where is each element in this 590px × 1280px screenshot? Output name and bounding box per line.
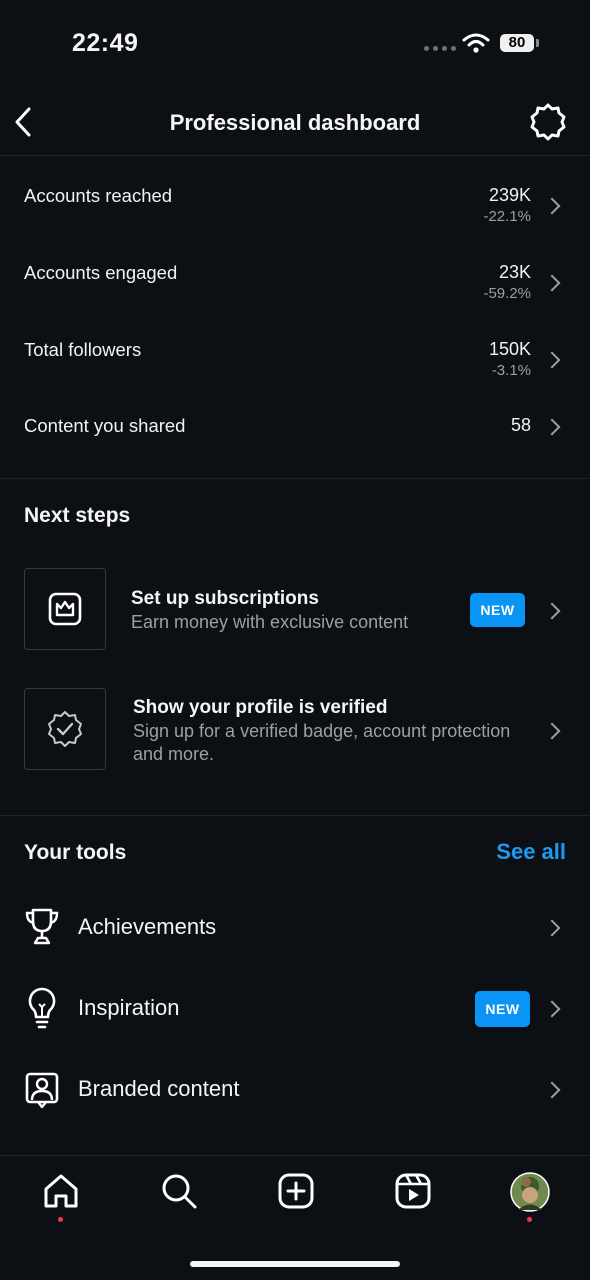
metric-value: 150K <box>488 339 531 359</box>
tool-row-branded-content[interactable]: Branded content <box>0 1059 590 1121</box>
metric-row-accounts-engaged[interactable]: Accounts engaged 23K -59.2% <box>0 247 590 317</box>
chevron-right-icon <box>543 197 561 215</box>
status-time: 22:49 <box>72 29 139 57</box>
trophy-icon <box>25 908 59 945</box>
cellular-signal-icon <box>424 46 456 51</box>
verified-icon-box <box>24 688 106 770</box>
subscriptions-icon-box <box>24 568 106 650</box>
step-subtitle: Earn money with exclusive content <box>131 612 409 632</box>
metric-label: Content you shared <box>24 415 186 436</box>
chevron-right-icon <box>543 1000 561 1018</box>
branded-content-icon <box>25 1072 59 1109</box>
bottom-nav <box>0 1156 590 1246</box>
nav-profile[interactable] <box>508 1170 552 1226</box>
settings-gear-icon[interactable] <box>528 102 568 142</box>
metric-row-content-shared[interactable]: Content you shared 58 <box>0 401 590 451</box>
chevron-right-icon <box>543 418 561 436</box>
metric-value: 58 <box>510 415 531 435</box>
metric-row-total-followers[interactable]: Total followers 150K -3.1% <box>0 324 590 394</box>
new-badge: NEW <box>470 593 525 627</box>
lightbulb-icon <box>28 987 56 1029</box>
reels-icon <box>395 1173 431 1209</box>
section-divider <box>0 815 590 816</box>
metric-row-accounts-reached[interactable]: Accounts reached 239K -22.1% <box>0 170 590 240</box>
see-all-link[interactable]: See all <box>496 839 566 865</box>
chevron-right-icon <box>543 722 561 740</box>
metric-label: Total followers <box>24 339 142 360</box>
tool-label: Branded content <box>78 1076 240 1101</box>
home-indicator <box>190 1261 400 1267</box>
section-divider <box>0 478 590 479</box>
your-tools-heading: Your tools <box>24 841 127 864</box>
metric-value: 23K <box>498 262 531 282</box>
chevron-right-icon <box>543 274 561 292</box>
tool-label: Achievements <box>78 914 217 939</box>
nav-search[interactable] <box>158 1172 200 1214</box>
metric-change: -59.2% <box>483 285 531 302</box>
metric-label: Accounts reached <box>24 185 173 206</box>
chevron-right-icon <box>543 1081 561 1099</box>
metric-label: Accounts engaged <box>24 262 178 283</box>
metric-value: 239K <box>488 185 531 205</box>
tool-label: Inspiration <box>78 995 180 1020</box>
nav-create[interactable] <box>275 1172 317 1214</box>
new-badge: NEW <box>475 991 530 1027</box>
verified-badge-icon <box>48 711 82 747</box>
step-set-up-subscriptions[interactable]: Set up subscriptions Earn money with exc… <box>0 560 590 660</box>
header-divider <box>0 155 590 156</box>
chevron-right-icon <box>543 351 561 369</box>
notification-dot <box>527 1217 532 1222</box>
wifi-icon <box>462 33 490 53</box>
page-title: Professional dashboard <box>169 110 421 135</box>
notification-dot <box>58 1217 63 1222</box>
step-title: Set up subscriptions <box>131 588 319 609</box>
chevron-right-icon <box>543 919 561 937</box>
step-title: Show your profile is verified <box>133 697 388 718</box>
battery-indicator: 80 <box>500 34 534 52</box>
crown-icon <box>48 592 82 626</box>
next-steps-heading: Next steps <box>24 504 131 527</box>
metric-change: -22.1% <box>483 208 531 225</box>
step-subtitle: Sign up for a verified badge, account pr… <box>133 721 511 764</box>
nav-home[interactable] <box>40 1172 82 1228</box>
nav-reels[interactable] <box>392 1172 434 1214</box>
step-show-profile-verified[interactable]: Show your profile is verified Sign up fo… <box>0 680 590 780</box>
chevron-right-icon <box>543 602 561 620</box>
battery-tip <box>536 39 539 47</box>
tool-row-achievements[interactable]: Achievements <box>0 897 590 959</box>
plus-square-icon <box>278 1173 314 1209</box>
avatar <box>510 1172 550 1212</box>
metric-change: -3.1% <box>491 362 531 379</box>
search-icon <box>162 1174 197 1209</box>
home-icon <box>44 1174 78 1208</box>
tool-row-inspiration[interactable]: Inspiration NEW <box>0 978 590 1040</box>
